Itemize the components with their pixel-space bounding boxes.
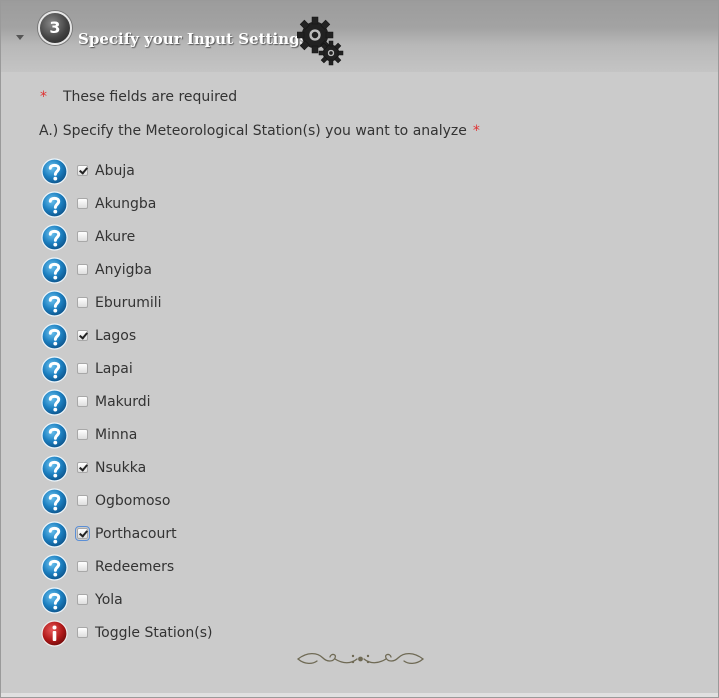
station-row-lagos: Lagos: [41, 322, 441, 355]
help-question-icon[interactable]: [41, 323, 68, 350]
station-checkbox[interactable]: [77, 594, 88, 605]
station-row-makurdi: Makurdi: [41, 388, 441, 421]
help-question-icon[interactable]: [41, 521, 68, 548]
help-question-icon[interactable]: [41, 290, 68, 317]
help-question-icon[interactable]: [41, 455, 68, 482]
station-checkbox[interactable]: [75, 526, 90, 541]
station-label[interactable]: Nsukka: [95, 460, 146, 476]
station-row-redeemers: Redeemers: [41, 553, 441, 586]
help-question-icon[interactable]: [41, 158, 68, 185]
station-question-text: A.) Specify the Meteorological Station(s…: [39, 123, 467, 139]
station-label[interactable]: Lagos: [95, 328, 136, 344]
station-checkbox[interactable]: [77, 462, 88, 473]
station-checkbox[interactable]: [77, 396, 88, 407]
station-label[interactable]: Akungba: [95, 196, 156, 212]
station-label[interactable]: Abuja: [95, 163, 135, 179]
station-row-akungba: Akungba: [41, 190, 441, 223]
required-marker: *: [40, 89, 47, 105]
help-question-icon[interactable]: [41, 587, 68, 614]
info-icon[interactable]: [41, 620, 68, 647]
station-checkbox[interactable]: [77, 495, 88, 506]
station-row-minna: Minna: [41, 421, 441, 454]
station-row-nsukka: Nsukka: [41, 454, 441, 487]
station-checkbox[interactable]: [77, 198, 88, 209]
flourish-divider-icon: [297, 652, 424, 665]
station-label[interactable]: Porthacourt: [95, 526, 177, 542]
panel-header[interactable]: 3 Specify your Input Settings: [1, 1, 718, 72]
station-row-ogbomoso: Ogbomoso: [41, 487, 441, 520]
station-label[interactable]: Anyigba: [95, 262, 152, 278]
station-checkbox[interactable]: [77, 429, 88, 440]
station-question-label: A.) Specify the Meteorological Station(s…: [39, 123, 480, 139]
help-question-icon[interactable]: [41, 422, 68, 449]
station-checkbox[interactable]: [77, 165, 88, 176]
help-question-icon[interactable]: [41, 554, 68, 581]
station-checkbox[interactable]: [77, 363, 88, 374]
station-label[interactable]: Ogbomoso: [95, 493, 170, 509]
help-question-icon[interactable]: [41, 488, 68, 515]
step-number-badge: 3: [38, 11, 72, 45]
station-list: Abuja Akungba Akure Anyigba Eburumili La…: [41, 157, 441, 652]
panel-footer: [1, 693, 718, 697]
panel-title: Specify your Input Settings: [78, 30, 309, 48]
station-label[interactable]: Yola: [95, 592, 123, 608]
help-question-icon[interactable]: [41, 191, 68, 218]
toggle-stations-row: Toggle Station(s): [41, 619, 441, 652]
toggle-stations-checkbox[interactable]: [77, 627, 88, 638]
station-label[interactable]: Redeemers: [95, 559, 174, 575]
station-label[interactable]: Lapai: [95, 361, 133, 377]
input-settings-panel: 3 Specify your Input Settings * These fi…: [0, 0, 719, 698]
station-checkbox[interactable]: [77, 330, 88, 341]
station-row-abuja: Abuja: [41, 157, 441, 190]
collapse-arrow-icon[interactable]: [16, 35, 24, 40]
station-checkbox[interactable]: [77, 561, 88, 572]
gears-icon: [297, 16, 344, 66]
station-row-porthacourt: Porthacourt: [41, 520, 441, 553]
station-row-eburumili: Eburumili: [41, 289, 441, 322]
station-label[interactable]: Minna: [95, 427, 137, 443]
station-row-yola: Yola: [41, 586, 441, 619]
station-label[interactable]: Eburumili: [95, 295, 162, 311]
station-checkbox[interactable]: [77, 297, 88, 308]
help-question-icon[interactable]: [41, 389, 68, 416]
step-number: 3: [49, 18, 61, 37]
required-fields-note: * These fields are required: [40, 89, 237, 105]
station-label[interactable]: Makurdi: [95, 394, 151, 410]
toggle-stations-label[interactable]: Toggle Station(s): [95, 625, 212, 641]
help-question-icon[interactable]: [41, 257, 68, 284]
required-marker: *: [472, 123, 480, 139]
station-label[interactable]: Akure: [95, 229, 135, 245]
station-row-lapai: Lapai: [41, 355, 441, 388]
station-row-akure: Akure: [41, 223, 441, 256]
help-question-icon[interactable]: [41, 356, 68, 383]
required-note-text: These fields are required: [63, 89, 238, 105]
station-checkbox[interactable]: [77, 231, 88, 242]
station-row-anyigba: Anyigba: [41, 256, 441, 289]
help-question-icon[interactable]: [41, 224, 68, 251]
station-checkbox[interactable]: [77, 264, 88, 275]
